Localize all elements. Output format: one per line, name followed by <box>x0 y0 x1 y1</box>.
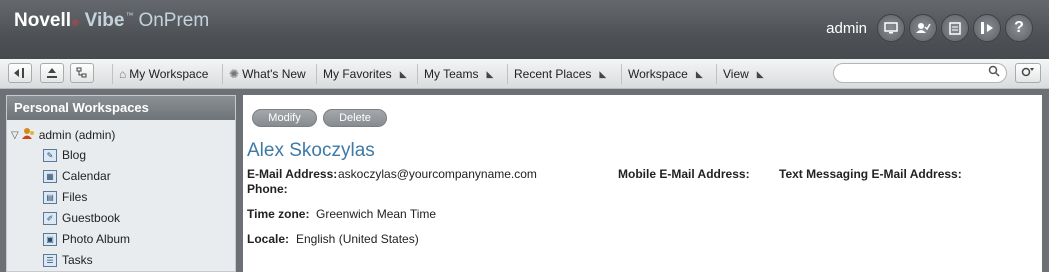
upload-icon[interactable] <box>40 63 64 83</box>
nav-view-label: View <box>723 67 749 81</box>
nav-my-favorites-label: My Favorites <box>323 67 392 81</box>
sidebar-title: Personal Workspaces <box>7 96 235 120</box>
help-glyph: ? <box>1014 19 1024 36</box>
delete-button[interactable]: Delete <box>323 109 387 127</box>
menu-arrow-icon: ◣ <box>399 68 407 79</box>
help-icon[interactable]: ? <box>1005 14 1033 42</box>
sidebar-item-label: Photo Album <box>62 232 131 246</box>
profile-panel: Modify Delete Alex Skoczylas E-Mail Addr… <box>243 95 1042 272</box>
app-header: Novell ® Vibe ™ OnPrem admin ? <box>0 0 1049 59</box>
calendar-icon: ▦ <box>43 169 57 183</box>
home-icon: ⌂ <box>119 67 127 81</box>
nav-recent-places-label: Recent Places <box>514 67 592 81</box>
nav-my-workspace-label: My Workspace <box>129 67 209 81</box>
sunburst-icon: ✺ <box>229 67 240 81</box>
tree-icon[interactable] <box>70 63 94 83</box>
sidebar-item-blog[interactable]: ✎ Blog <box>43 148 86 162</box>
sidebar-item-label: Guestbook <box>62 211 121 225</box>
sidebar-item-label: Files <box>62 190 88 204</box>
brand-trademark: ™ <box>125 11 134 20</box>
main-toolbar: ⌂ My Workspace ✺ What's New My Favorites… <box>0 59 1049 89</box>
timezone-value: Greenwich Mean Time <box>316 207 437 221</box>
monitor-icon[interactable] <box>877 14 905 42</box>
nav-workspace[interactable]: Workspace ◣ <box>621 64 703 84</box>
user-check-icon[interactable] <box>909 14 937 42</box>
brand-registered-mark: ® <box>72 18 79 28</box>
search-icon[interactable] <box>988 65 1000 80</box>
nav-my-teams-label: My Teams <box>424 67 479 81</box>
tree-root-label: admin (admin) <box>38 128 116 142</box>
search-options-icon[interactable] <box>1015 63 1041 83</box>
nav-my-teams[interactable]: My Teams ◣ <box>417 64 493 84</box>
brand-vibe: Vibe <box>84 10 125 31</box>
nav-workspace-label: Workspace <box>628 67 688 81</box>
guestbook-icon: ✐ <box>43 211 57 225</box>
collapse-triangle-icon[interactable]: ▽ <box>11 130 19 141</box>
sidebar-item-photo-album[interactable]: ▣ Photo Album <box>43 232 130 246</box>
mobile-email-label: Mobile E-Mail Address: <box>618 167 750 181</box>
sidebar-item-calendar[interactable]: ▦ Calendar <box>43 169 111 183</box>
clipboard-icon[interactable] <box>941 14 969 42</box>
locale-label: Locale: <box>247 232 290 246</box>
text-messaging-email-label: Text Messaging E-Mail Address: <box>779 167 962 181</box>
search-box <box>833 63 1007 83</box>
email-value: askoczylas@yourcompanyname.com <box>338 167 537 181</box>
sidebar-item-label: Blog <box>62 148 87 162</box>
sidebar-item-tasks[interactable]: ☰ Tasks <box>43 253 93 267</box>
nav-whats-new-label: What's New <box>242 67 306 81</box>
menu-arrow-icon: ◣ <box>599 68 607 79</box>
brand-onprem: OnPrem <box>138 10 210 31</box>
brand-logo: Novell ® Vibe ™ OnPrem <box>14 10 209 32</box>
header-buttons: ? <box>877 14 1033 42</box>
tasks-icon: ☰ <box>43 253 57 267</box>
brand-novell: Novell <box>14 10 72 31</box>
nav-whats-new[interactable]: ✺ What's New <box>222 64 306 84</box>
menu-arrow-icon: ◣ <box>756 68 764 79</box>
nav-my-favorites[interactable]: My Favorites ◣ <box>316 64 407 84</box>
nav-recent-places[interactable]: Recent Places ◣ <box>507 64 606 84</box>
files-icon: ▤ <box>43 190 57 204</box>
back-icon[interactable] <box>8 63 32 83</box>
user-workspace-icon <box>21 127 36 143</box>
sidebar-item-label: Calendar <box>62 169 111 183</box>
search-input[interactable] <box>842 64 992 82</box>
menu-arrow-icon: ◣ <box>486 68 494 79</box>
modify-button[interactable]: Modify <box>252 109 317 127</box>
photo-album-icon: ▣ <box>43 232 57 246</box>
sidebar-item-label: Tasks <box>62 253 93 267</box>
exit-icon[interactable] <box>973 14 1001 42</box>
timezone-label: Time zone: <box>247 207 310 221</box>
nav-view[interactable]: View ◣ <box>716 64 764 84</box>
sidebar-item-guestbook[interactable]: ✐ Guestbook <box>43 211 120 225</box>
menu-arrow-icon: ◣ <box>695 68 703 79</box>
phone-label: Phone: <box>247 182 288 196</box>
locale-value: English (United States) <box>296 232 419 246</box>
current-user-name[interactable]: admin <box>826 20 867 37</box>
blog-icon: ✎ <box>43 148 57 162</box>
profile-name: Alex Skoczylas <box>247 140 375 161</box>
tree-root-admin[interactable]: ▽ admin (admin) <box>11 127 115 143</box>
sidebar: Personal Workspaces ▽ admin (admin) ✎ Bl… <box>6 95 236 272</box>
nav-my-workspace[interactable]: ⌂ My Workspace <box>112 64 208 84</box>
sidebar-item-files[interactable]: ▤ Files <box>43 190 87 204</box>
email-label: E-Mail Address: <box>247 167 338 181</box>
